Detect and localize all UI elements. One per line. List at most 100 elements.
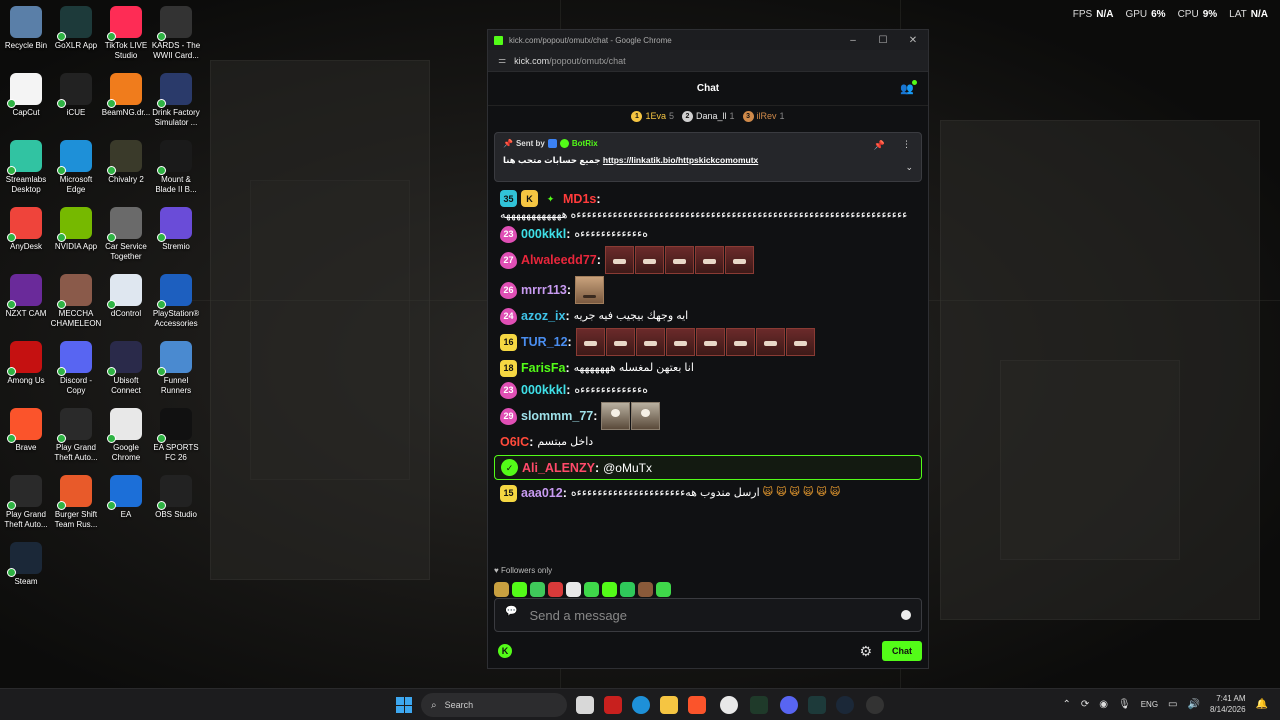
chat-username[interactable]: aaa012 <box>521 485 563 501</box>
discord-taskbar-icon[interactable] <box>780 696 798 714</box>
window-titlebar[interactable]: kick.com/popout/omutx/chat - Google Chro… <box>488 30 928 50</box>
desktop-icon[interactable]: Google Chrome <box>100 408 152 463</box>
desktop-icon[interactable]: Funnel Runners <box>150 341 202 396</box>
emote-button[interactable] <box>656 582 671 597</box>
chat-emote[interactable] <box>601 402 631 430</box>
taskbar-clock[interactable]: 7:41 AM 8/14/2026 <box>1210 693 1246 715</box>
users-icon[interactable]: 👥 <box>900 80 917 95</box>
close-icon[interactable]: ✕ <box>898 35 928 46</box>
desktop-icon[interactable]: Discord - Copy <box>50 341 102 396</box>
desktop-icon[interactable]: NVIDIA App <box>50 207 102 252</box>
emote-button[interactable] <box>620 582 635 597</box>
goxlr-taskbar-icon[interactable] <box>808 696 826 714</box>
app-taskbar-icon[interactable] <box>750 696 768 714</box>
minimize-icon[interactable]: – <box>838 35 868 46</box>
emote-button[interactable] <box>566 582 581 597</box>
chat-emote[interactable] <box>635 328 665 356</box>
desktop-icon[interactable]: Play Grand Theft Auto... <box>50 408 102 463</box>
unpin-icon[interactable]: 📌 <box>874 140 885 151</box>
send-chat-button[interactable]: Chat <box>882 641 922 661</box>
emote-button[interactable] <box>548 582 563 597</box>
chat-username[interactable]: O6IC <box>500 434 529 450</box>
steam-taskbar-icon[interactable] <box>836 696 854 714</box>
desktop-icon[interactable]: Microsoft Edge <box>50 140 102 195</box>
desktop-icon[interactable]: OBS Studio <box>150 475 202 520</box>
chat-username[interactable]: FarisFa <box>521 360 565 376</box>
chrome-taskbar-icon[interactable] <box>720 696 738 714</box>
taskbar-search[interactable]: ⌕ Search <box>421 693 567 717</box>
leader-1[interactable]: 1 1Eva 5 <box>631 110 674 122</box>
brave-taskbar-icon[interactable] <box>688 696 706 714</box>
kick-logo-icon[interactable]: K <box>498 644 512 658</box>
chat-emote[interactable] <box>665 328 695 356</box>
desktop-icon[interactable]: EA SPORTS FC 26 <box>150 408 202 463</box>
desktop-icon[interactable]: CapCut <box>0 73 52 118</box>
address-bar[interactable]: ⚌ kick.com/popout/omutx/chat <box>488 50 928 72</box>
emote-button[interactable] <box>584 582 599 597</box>
tray-app-icon[interactable]: ⟳ <box>1081 699 1089 710</box>
notifications-icon[interactable]: 🔔 <box>1256 699 1268 710</box>
leader-2[interactable]: 2 Dana_ll 1 <box>681 110 735 122</box>
desktop-icon[interactable]: Car Service Together <box>100 207 152 262</box>
desktop-icon[interactable]: GoXLR App <box>50 6 102 51</box>
chat-emote[interactable] <box>664 246 694 274</box>
chat-username[interactable]: Ali_ALENZY <box>522 460 595 476</box>
emote-button[interactable] <box>512 582 527 597</box>
desktop-icon[interactable]: Mount & Blade II B... <box>150 140 202 195</box>
chat-username[interactable]: mrrr113 <box>521 282 567 298</box>
start-button-icon[interactable] <box>396 697 412 713</box>
message-input[interactable]: 💬 Send a message <box>494 598 922 632</box>
obs-taskbar-icon[interactable] <box>866 696 884 714</box>
desktop-icon[interactable]: Ubisoft Connect <box>100 341 152 396</box>
desktop-icon[interactable]: AnyDesk <box>0 207 52 252</box>
volume-icon[interactable]: 🔊 <box>1188 699 1200 710</box>
chat-emote[interactable] <box>724 246 754 274</box>
desktop-icon[interactable]: Drink Factory Simulator ... <box>150 73 202 128</box>
chat-emote[interactable] <box>605 328 635 356</box>
gear-icon[interactable]: ⚙ <box>859 643 872 660</box>
chrome-window[interactable]: kick.com/popout/omutx/chat - Google Chro… <box>487 29 929 669</box>
emote-button[interactable] <box>494 582 509 597</box>
chat-emote[interactable] <box>575 328 605 356</box>
chat-username[interactable]: TUR_12 <box>521 334 568 350</box>
chat-emote[interactable] <box>575 276 605 304</box>
emote-button[interactable] <box>602 582 617 597</box>
desktop-icon[interactable]: Recycle Bin <box>0 6 52 51</box>
emote-button[interactable] <box>530 582 545 597</box>
desktop-icon[interactable]: dControl <box>100 274 152 319</box>
desktop-icon[interactable]: PlayStation® Accessories <box>150 274 202 329</box>
desktop-icon[interactable]: Chivalry 2 <box>100 140 152 185</box>
desktop-icon[interactable]: MECCHA CHAMELEON <box>50 274 102 329</box>
site-settings-icon[interactable]: ⚌ <box>498 55 506 66</box>
desktop-icon[interactable]: iCUE <box>50 73 102 118</box>
desktop-icon[interactable]: EA <box>100 475 152 520</box>
chat-emote[interactable] <box>694 246 724 274</box>
taskbar-app-icon[interactable] <box>604 696 622 714</box>
desktop-icon[interactable]: Streamlabs Desktop <box>0 140 52 195</box>
pinned-link[interactable]: https://linkatik.bio/httpskickcomomutx <box>603 155 758 165</box>
tray-app-icon[interactable]: ◉ <box>1099 699 1108 710</box>
desktop-icon[interactable]: NZXT CAM <box>0 274 52 319</box>
emote-button[interactable] <box>638 582 653 597</box>
edge-taskbar-icon[interactable] <box>632 696 650 714</box>
chat-username[interactable]: azoz_ix <box>521 308 565 324</box>
pinned-author[interactable]: BotRix <box>572 139 598 148</box>
file-explorer-icon[interactable] <box>660 696 678 714</box>
language-indicator[interactable]: ENG <box>1141 700 1158 709</box>
maximize-icon[interactable]: ☐ <box>868 35 898 46</box>
chat-username[interactable]: 000kkkl <box>521 226 566 242</box>
desktop-icon[interactable]: TikTok LIVE Studio <box>100 6 152 61</box>
chevron-up-icon[interactable]: ⌃ <box>1062 699 1070 710</box>
chat-emote[interactable] <box>604 246 634 274</box>
desktop-icon[interactable]: Brave <box>0 408 52 453</box>
desktop-icon[interactable]: Stremio <box>150 207 202 252</box>
chat-username[interactable]: MD1s <box>563 191 596 207</box>
desktop-icon[interactable]: KARDS - The WWII Card... <box>150 6 202 61</box>
desktop-icon[interactable]: Burger Shift Team Rus... <box>50 475 102 530</box>
network-icon[interactable]: ▭ <box>1168 699 1177 710</box>
chat-emote[interactable] <box>634 246 664 274</box>
chat-username[interactable]: Alwaleedd77 <box>521 252 597 268</box>
chat-emote[interactable] <box>695 328 725 356</box>
microphone-icon[interactable]: 🎙 <box>1118 699 1131 710</box>
chat-emote[interactable] <box>725 328 755 356</box>
